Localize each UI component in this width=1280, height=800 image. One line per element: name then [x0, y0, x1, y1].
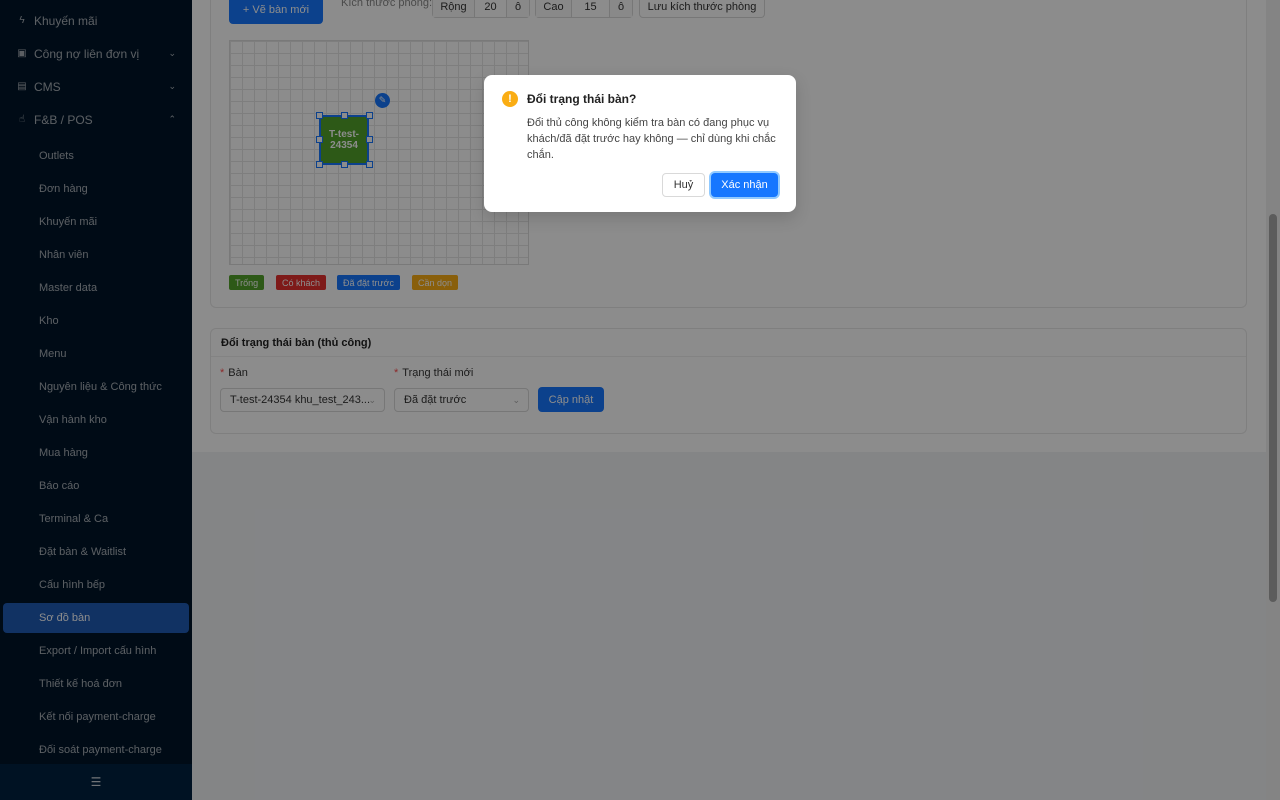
dialog-title: Đổi trạng thái bàn?: [527, 92, 637, 106]
confirm-button[interactable]: Xác nhận: [711, 173, 778, 197]
dialog-message: Đổi thủ công không kiểm tra bàn có đang …: [527, 117, 776, 161]
cancel-button[interactable]: Huỷ: [662, 173, 705, 197]
warning-icon: !: [502, 91, 518, 107]
cancel-label: Huỷ: [673, 179, 694, 191]
confirm-dialog: ! Đổi trạng thái bàn? Đổi thủ công không…: [484, 75, 796, 212]
confirm-label: Xác nhận: [721, 179, 768, 191]
